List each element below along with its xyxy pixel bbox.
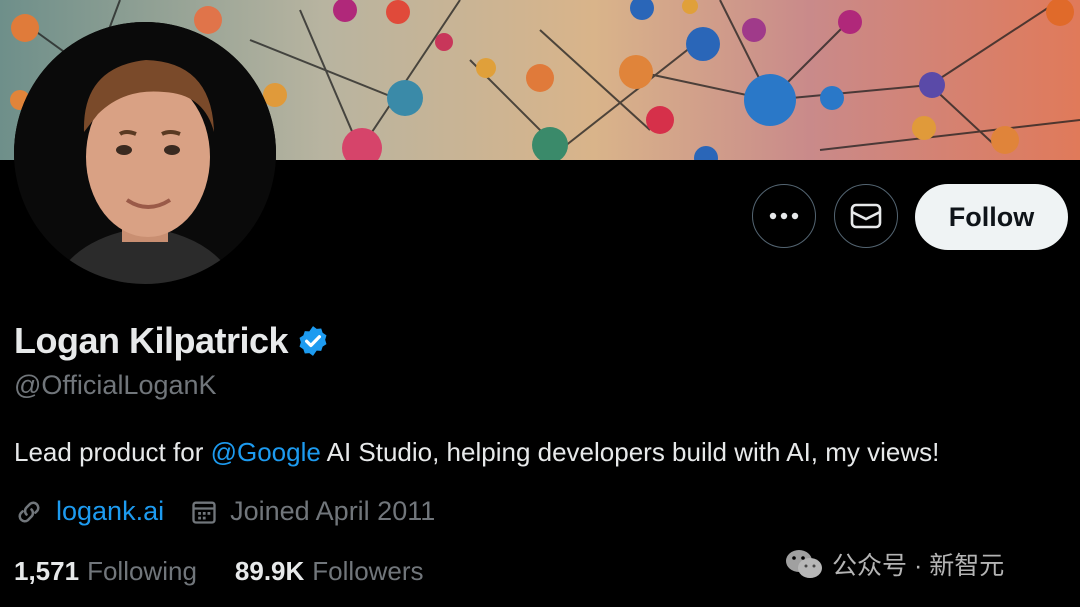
display-name: Logan Kilpatrick bbox=[14, 320, 289, 361]
avatar-image bbox=[14, 22, 276, 284]
handle: @OfficialLoganK bbox=[14, 370, 217, 400]
bio-text-suffix: AI Studio, helping developers build with… bbox=[320, 437, 940, 467]
more-icon bbox=[769, 212, 799, 220]
followers-link[interactable]: 89.9K Followers bbox=[235, 556, 424, 587]
more-button[interactable] bbox=[752, 184, 816, 248]
link-icon bbox=[18, 501, 40, 522]
mail-icon bbox=[850, 203, 882, 229]
followers-label: Followers bbox=[312, 556, 424, 586]
following-count: 1,571 bbox=[14, 556, 80, 586]
message-button[interactable] bbox=[834, 184, 898, 248]
watermark: 公众号 · 新智元 bbox=[784, 546, 1004, 582]
name-row: Logan Kilpatrick bbox=[14, 320, 330, 362]
follow-stats: 1,571 Following 89.9K Followers bbox=[14, 556, 424, 587]
joined-date: Joined April 2011 bbox=[230, 496, 436, 526]
avatar[interactable] bbox=[14, 22, 276, 284]
followers-count: 89.9K bbox=[234, 556, 305, 586]
bio-mention-link[interactable]: @Google bbox=[211, 437, 321, 467]
calendar-icon bbox=[192, 501, 216, 524]
bio: Lead product for @Google AI Studio, help… bbox=[14, 437, 939, 468]
website-link[interactable]: logank.ai bbox=[56, 496, 164, 527]
following-label: Following bbox=[87, 556, 197, 586]
following-link[interactable]: 1,571 Following bbox=[14, 556, 197, 587]
verified-badge-icon[interactable] bbox=[296, 324, 330, 358]
watermark-text: 公众号 · 新智元 bbox=[832, 552, 1005, 580]
profile-meta: logank.ai Joined April 2011 bbox=[14, 496, 435, 527]
wechat-icon bbox=[786, 550, 822, 578]
follow-button[interactable]: Follow bbox=[915, 184, 1068, 250]
bio-text-prefix: Lead product for bbox=[14, 437, 211, 467]
